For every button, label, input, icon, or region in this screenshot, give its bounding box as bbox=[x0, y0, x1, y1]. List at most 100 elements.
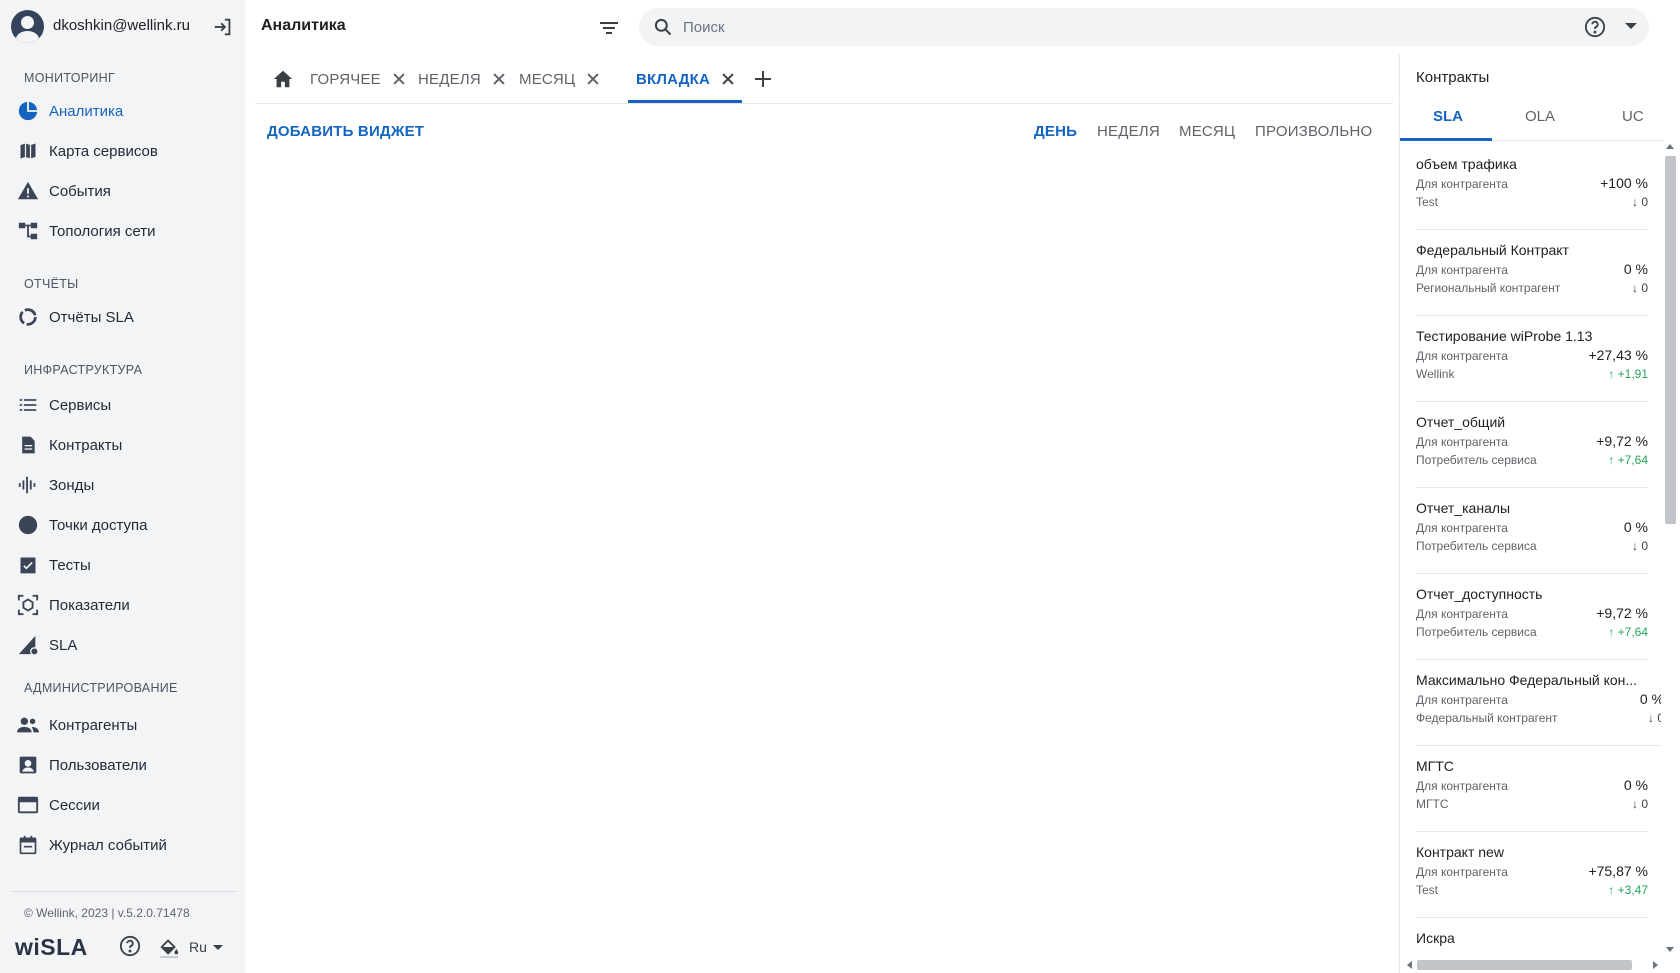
scroll-right-icon[interactable] bbox=[1653, 961, 1658, 969]
filter-icon[interactable] bbox=[597, 16, 621, 40]
contract-counterparty: Test bbox=[1416, 195, 1439, 209]
avatar[interactable] bbox=[11, 10, 44, 43]
calendar-icon bbox=[16, 833, 40, 857]
analytics-pie-icon bbox=[16, 99, 40, 123]
period-week-button[interactable]: НЕДЕЛЯ bbox=[1097, 123, 1160, 140]
tab-sla[interactable]: SLA bbox=[1433, 108, 1463, 125]
list-item[interactable]: Тестирование wiProbe 1.13 Для контрагент… bbox=[1416, 316, 1648, 402]
search-icon bbox=[654, 18, 672, 36]
scroll-up-icon[interactable] bbox=[1666, 144, 1674, 149]
sidebar-item-sessions[interactable]: Сессии bbox=[0, 787, 245, 823]
help-circle-icon[interactable] bbox=[1584, 16, 1606, 38]
language-label: Ru bbox=[189, 939, 207, 955]
contract-name: Контракт new bbox=[1416, 844, 1504, 860]
list-item[interactable]: МГТС Для контрагента МГТС 0 % ↓ 0 bbox=[1416, 746, 1648, 832]
sidebar-item-label: Топология сети bbox=[49, 222, 156, 240]
contract-type: Для контрагента bbox=[1416, 865, 1508, 879]
horizontal-scrollbar[interactable] bbox=[1405, 956, 1661, 973]
close-icon[interactable] bbox=[393, 73, 405, 85]
sidebar-item-label: SLA bbox=[49, 636, 78, 654]
account-dropdown-icon[interactable] bbox=[1625, 23, 1637, 29]
sidebar-item-probes[interactable]: Зонды bbox=[0, 467, 245, 503]
sidebar-item-tests[interactable]: Тесты bbox=[0, 547, 245, 583]
paint-bucket-icon[interactable] bbox=[158, 936, 180, 958]
contract-name: МГТС bbox=[1416, 758, 1454, 774]
list-item[interactable]: Отчет_общий Для контрагента Потребитель … bbox=[1416, 402, 1648, 488]
scrollbar-thumb[interactable] bbox=[1665, 156, 1676, 524]
contract-delta: ↓ 0 bbox=[1631, 797, 1648, 811]
help-circle-icon[interactable] bbox=[119, 935, 141, 957]
tab-uc[interactable]: UC bbox=[1622, 108, 1644, 125]
contract-counterparty: Региональный контрагент bbox=[1416, 281, 1561, 295]
period-month-button[interactable]: МЕСЯЦ bbox=[1179, 123, 1235, 140]
sidebar-item-users[interactable]: Пользователи bbox=[0, 747, 245, 783]
contract-counterparty: Потребитель сервиса bbox=[1416, 625, 1537, 639]
sidebar-item-service-map[interactable]: Карта сервисов bbox=[0, 133, 245, 169]
list-item[interactable]: Максимально Федеральный кон... Для контр… bbox=[1416, 660, 1664, 746]
document-icon bbox=[16, 433, 40, 457]
sidebar-item-events[interactable]: События bbox=[0, 173, 245, 209]
close-icon[interactable] bbox=[587, 73, 599, 85]
search-box bbox=[639, 8, 1649, 46]
logout-icon[interactable] bbox=[212, 16, 234, 38]
search-input[interactable] bbox=[683, 17, 1503, 37]
list-item[interactable]: Отчет_доступность Для контрагента Потреб… bbox=[1416, 574, 1648, 660]
list-item[interactable]: объем трафика Для контрагента Test +100 … bbox=[1416, 144, 1648, 230]
contract-type: Для контрагента bbox=[1416, 349, 1508, 363]
sidebar-item-analytics[interactable]: Аналитика bbox=[0, 93, 245, 129]
contract-type: Для контрагента bbox=[1416, 607, 1508, 621]
sidebar-item-label: События bbox=[49, 182, 111, 200]
tab-custom[interactable]: ВКЛАДКА bbox=[636, 54, 734, 104]
sidebar: dkoshkin@wellink.ru МОНИТОРИНГ Аналитика… bbox=[0, 0, 245, 973]
contract-type: Для контрагента bbox=[1416, 435, 1508, 449]
contract-name: Федеральный Контракт bbox=[1416, 242, 1569, 258]
sidebar-item-metrics[interactable]: Показатели bbox=[0, 587, 245, 623]
tab-hot[interactable]: ГОРЯЧЕЕ bbox=[310, 54, 405, 104]
contract-counterparty: Потребитель сервиса bbox=[1416, 539, 1537, 553]
period-day-button[interactable]: ДЕНЬ bbox=[1034, 123, 1077, 140]
sidebar-item-sla[interactable]: SLA bbox=[0, 627, 245, 663]
scroll-down-icon[interactable] bbox=[1666, 947, 1674, 952]
scroll-left-icon[interactable] bbox=[1407, 961, 1412, 969]
dashboard-tabs: ГОРЯЧЕЕ НЕДЕЛЯ МЕСЯЦ ВКЛАДКА bbox=[255, 54, 1393, 104]
period-custom-button[interactable]: ПРОИЗВОЛЬНО bbox=[1255, 123, 1372, 140]
contract-type: Для контрагента bbox=[1416, 177, 1508, 191]
sidebar-item-event-log[interactable]: Журнал событий bbox=[0, 827, 245, 863]
topbar: Аналитика bbox=[245, 0, 1680, 54]
list-item[interactable]: Федеральный Контракт Для контрагента Рег… bbox=[1416, 230, 1648, 316]
user-email: dkoshkin@wellink.ru bbox=[53, 17, 190, 34]
sidebar-item-access-points[interactable]: Точки доступа bbox=[0, 507, 245, 543]
contract-type: Для контрагента bbox=[1416, 779, 1508, 793]
tab-ola[interactable]: OLA bbox=[1525, 108, 1555, 125]
scrollbar-thumb[interactable] bbox=[1417, 960, 1632, 970]
close-icon[interactable] bbox=[722, 73, 734, 85]
user-row: dkoshkin@wellink.ru bbox=[0, 0, 245, 54]
contract-value: +9,72 % bbox=[1596, 605, 1648, 621]
contract-counterparty: Test bbox=[1416, 883, 1439, 897]
list-item[interactable]: Контракт new Для контрагента Test +75,87… bbox=[1416, 832, 1648, 918]
clipboard-check-icon bbox=[16, 553, 40, 577]
contract-counterparty: Wellink bbox=[1416, 367, 1455, 381]
copyright: © Wellink, 2023 | v.5.2.0.71478 bbox=[24, 906, 190, 920]
tab-week[interactable]: НЕДЕЛЯ bbox=[418, 54, 505, 104]
sidebar-item-label: Зонды bbox=[49, 476, 95, 494]
language-select[interactable]: Ru bbox=[189, 939, 223, 955]
sidebar-item-sla-reports[interactable]: Отчёты SLA bbox=[0, 299, 245, 335]
add-tab-icon[interactable] bbox=[752, 68, 774, 90]
close-icon[interactable] bbox=[493, 73, 505, 85]
sidebar-item-contracts[interactable]: Контракты bbox=[0, 427, 245, 463]
vertical-scrollbar[interactable] bbox=[1661, 144, 1680, 956]
tab-month[interactable]: МЕСЯЦ bbox=[519, 54, 599, 104]
sidebar-item-services[interactable]: Сервисы bbox=[0, 387, 245, 423]
list-item[interactable]: Отчет_каналы Для контрагента Потребитель… bbox=[1416, 488, 1648, 574]
sidebar-item-counterparties[interactable]: Контрагенты bbox=[0, 707, 245, 743]
list-item[interactable]: Искра bbox=[1416, 918, 1648, 954]
home-icon[interactable] bbox=[272, 68, 294, 90]
add-widget-button[interactable]: ДОБАВИТЬ ВИДЖЕТ bbox=[267, 123, 424, 140]
sidebar-item-label: Контракты bbox=[49, 436, 123, 454]
sidebar-item-label: Тесты bbox=[49, 556, 91, 574]
cube-scan-icon bbox=[16, 593, 40, 617]
sidebar-item-label: Точки доступа bbox=[49, 516, 148, 534]
sidebar-item-topology[interactable]: Топология сети bbox=[0, 213, 245, 249]
sidebar-item-label: Контрагенты bbox=[49, 716, 138, 734]
